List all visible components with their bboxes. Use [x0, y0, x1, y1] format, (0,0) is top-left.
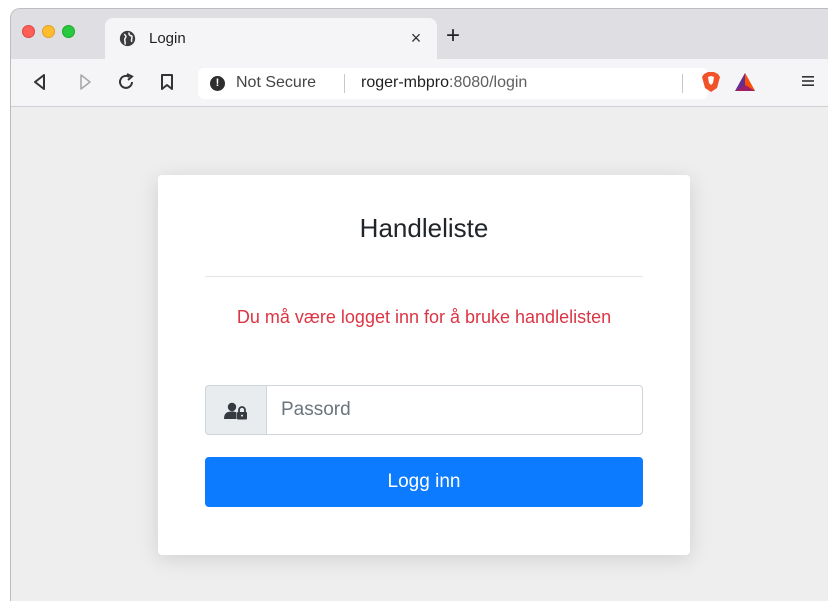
security-status[interactable]: Not Secure [236, 74, 316, 92]
page-title: Handleliste [359, 213, 489, 243]
address-divider [344, 74, 345, 93]
password-input-group [205, 385, 643, 435]
back-icon[interactable] [29, 71, 51, 93]
url-path: :8080/login [449, 74, 528, 91]
brave-shield-icon[interactable] [701, 71, 721, 93]
login-card: Handleliste Du må være logget inn for å … [158, 175, 690, 555]
address-bar[interactable]: ! Not Secure roger-mbpro:8080/login [198, 68, 708, 99]
user-lock-icon [224, 402, 247, 420]
url-text[interactable]: roger-mbpro:8080/login [361, 74, 527, 92]
tab-close-button[interactable]: × [405, 27, 427, 49]
tab-title: Login [149, 30, 186, 47]
divider [205, 276, 643, 277]
menu-icon[interactable] [801, 74, 815, 88]
new-tab-button[interactable]: + [442, 24, 464, 48]
reload-icon[interactable] [115, 71, 137, 93]
maximize-window-button[interactable] [62, 25, 75, 38]
password-input[interactable] [266, 385, 643, 435]
info-icon[interactable]: ! [210, 76, 225, 91]
tab-strip: Login × + [11, 9, 828, 59]
tab-login[interactable]: Login × [105, 18, 437, 59]
bookmark-icon[interactable] [156, 71, 178, 93]
globe-icon [119, 30, 136, 47]
error-message: Du må være logget inn for å bruke handle… [236, 307, 612, 327]
extensions-divider [682, 74, 683, 93]
minimize-window-button[interactable] [42, 25, 55, 38]
bat-rewards-icon[interactable] [734, 72, 756, 92]
forward-icon[interactable] [74, 71, 96, 93]
url-host: roger-mbpro [361, 74, 450, 91]
close-window-button[interactable] [22, 25, 35, 38]
login-button[interactable]: Logg inn [205, 457, 643, 507]
password-addon [205, 385, 267, 435]
